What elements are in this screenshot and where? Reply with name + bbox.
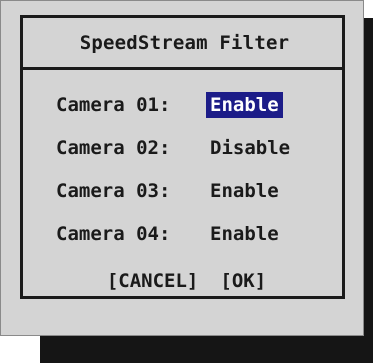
camera-label: Camera 03: xyxy=(56,180,171,202)
dialog-buttons: [CANCEL] [OK] xyxy=(23,266,346,296)
camera-04-value[interactable]: Enable xyxy=(206,221,283,247)
camera-row-04[interactable]: Camera 04: Enable xyxy=(56,219,283,249)
dialog-title: SpeedStream Filter xyxy=(23,18,342,70)
camera-row-01[interactable]: Camera 01: Enable xyxy=(56,90,283,120)
cancel-button[interactable]: [CANCEL] xyxy=(107,270,199,292)
camera-row-03[interactable]: Camera 03: Enable xyxy=(56,176,283,206)
camera-01-value[interactable]: Enable xyxy=(206,92,283,118)
screen: SpeedStream Filter Camera 01: Enable Cam… xyxy=(0,0,377,363)
camera-label: Camera 02: xyxy=(56,137,171,159)
camera-label: Camera 04: xyxy=(56,223,171,245)
dialog-frame: SpeedStream Filter Camera 01: Enable Cam… xyxy=(20,15,345,299)
camera-label: Camera 01: xyxy=(56,94,171,116)
camera-row-02[interactable]: Camera 02: Disable xyxy=(56,133,294,163)
speedstream-filter-dialog: SpeedStream Filter Camera 01: Enable Cam… xyxy=(0,0,364,336)
camera-02-value[interactable]: Disable xyxy=(206,135,294,161)
ok-button[interactable]: [OK] xyxy=(220,270,266,292)
camera-03-value[interactable]: Enable xyxy=(206,178,283,204)
